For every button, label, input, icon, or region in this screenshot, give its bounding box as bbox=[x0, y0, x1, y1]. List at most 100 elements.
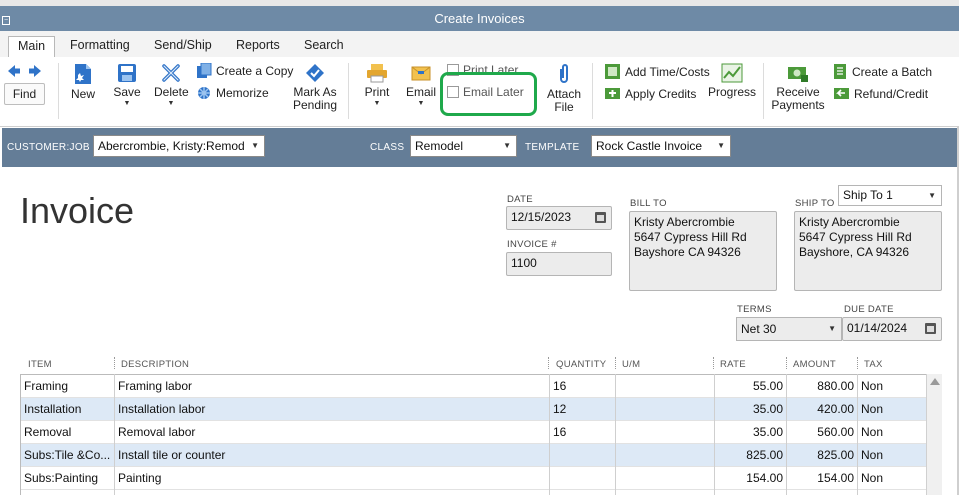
table-row[interactable]: Framing Framing labor 16 55.00 880.00 Non bbox=[21, 375, 927, 398]
column-header-item[interactable]: ITEM bbox=[28, 359, 52, 370]
template-select[interactable]: Rock Castle Invoice ▼ bbox=[591, 135, 731, 157]
divider bbox=[763, 63, 764, 119]
create-batch-button[interactable]: Create a Batch bbox=[833, 63, 932, 80]
class-select[interactable]: Remodel ▼ bbox=[410, 135, 517, 157]
column-header-quantity[interactable]: QUANTITY bbox=[556, 359, 606, 370]
cell-um[interactable] bbox=[619, 467, 713, 490]
cell-item[interactable]: Removal bbox=[24, 421, 114, 444]
print-button[interactable]: Print ▼ bbox=[360, 63, 394, 108]
new-button[interactable]: New bbox=[68, 63, 98, 101]
date-field[interactable]: 12/15/2023 bbox=[506, 206, 612, 230]
terms-select[interactable]: Net 30 ▼ bbox=[736, 317, 842, 341]
scroll-up-arrow-icon[interactable] bbox=[930, 378, 940, 385]
cell-rate[interactable]: 35.00 bbox=[718, 421, 783, 444]
email-button[interactable]: Email ▼ bbox=[404, 63, 438, 108]
cell-item[interactable]: Subs:Tile &Co... bbox=[24, 444, 114, 467]
cell-amount[interactable]: 420.00 bbox=[790, 398, 854, 421]
tab-main[interactable]: Main bbox=[8, 36, 56, 57]
cell-item[interactable]: Framing bbox=[24, 375, 114, 398]
line-items-table: Framing Framing labor 16 55.00 880.00 Non Inst… bbox=[20, 374, 927, 495]
due-date-field[interactable]: 01/14/2024 bbox=[842, 317, 942, 341]
ship-to-field[interactable]: Kristy Abercrombie 5647 Cypress Hill Rd … bbox=[794, 211, 942, 291]
cell-rate[interactable]: 55.00 bbox=[718, 375, 783, 398]
column-header-tax[interactable]: TAX bbox=[864, 359, 883, 370]
column-divider[interactable] bbox=[615, 357, 617, 369]
memorize-button[interactable]: Memorize bbox=[196, 85, 269, 101]
cell-tax[interactable]: Non bbox=[861, 444, 921, 467]
divider bbox=[348, 63, 349, 119]
cell-tax[interactable]: Non bbox=[861, 375, 921, 398]
add-time-costs-button[interactable]: Add Time/Costs bbox=[604, 63, 710, 80]
tab-send-ship[interactable]: Send/Ship bbox=[145, 36, 221, 57]
tab-formatting[interactable]: Formatting bbox=[61, 36, 139, 57]
cell-description[interactable]: Install tile or counter bbox=[118, 444, 548, 467]
mark-as-pending-button[interactable]: Mark As Pending bbox=[290, 63, 340, 112]
delete-button[interactable]: Delete ▼ bbox=[154, 63, 189, 108]
invoice-number-field[interactable]: 1100 bbox=[506, 252, 612, 276]
new-label: New bbox=[70, 87, 95, 101]
table-row[interactable]: Removal Removal labor 16 35.00 560.00 Non bbox=[21, 421, 927, 444]
create-batch-label: Create a Batch bbox=[852, 64, 933, 79]
cell-amount[interactable]: 880.00 bbox=[790, 375, 854, 398]
column-divider[interactable] bbox=[114, 357, 116, 369]
vertical-scrollbar[interactable] bbox=[926, 374, 942, 495]
cell-quantity[interactable]: 16 bbox=[553, 421, 615, 444]
cell-amount[interactable]: 825.00 bbox=[790, 444, 854, 467]
cell-description[interactable]: Installation labor bbox=[118, 398, 548, 421]
column-header-amount[interactable]: AMOUNT bbox=[793, 359, 836, 370]
cell-description[interactable]: Painting bbox=[118, 467, 548, 490]
cell-tax[interactable]: Non bbox=[861, 398, 921, 421]
find-button[interactable]: Find bbox=[4, 83, 45, 105]
progress-button[interactable]: Progress bbox=[708, 63, 756, 99]
bill-to-field[interactable]: Kristy Abercrombie 5647 Cypress Hill Rd … bbox=[629, 211, 777, 291]
customer-job-select[interactable]: Abercrombie, Kristy:Remod ▼ bbox=[93, 135, 265, 157]
save-button[interactable]: Save ▼ bbox=[112, 63, 142, 108]
column-header-description[interactable]: DESCRIPTION bbox=[121, 359, 189, 370]
cell-um[interactable] bbox=[619, 444, 713, 467]
table-row[interactable]: Subs:Tile &Co... Install tile or counter 8… bbox=[21, 444, 927, 467]
receive-payments-button[interactable]: Receive Payments bbox=[770, 63, 826, 112]
column-divider[interactable] bbox=[548, 357, 550, 369]
attach-file-button[interactable]: Attach File bbox=[546, 63, 582, 114]
cell-quantity[interactable]: 12 bbox=[553, 398, 615, 421]
cell-quantity[interactable] bbox=[553, 467, 615, 490]
cell-um[interactable] bbox=[619, 421, 713, 444]
ship-to-select[interactable]: Ship To 1 ▼ bbox=[838, 185, 942, 206]
mark-as-label: Mark As bbox=[293, 85, 337, 99]
cell-description[interactable]: Framing labor bbox=[118, 375, 548, 398]
progress-label: Progress bbox=[708, 85, 757, 99]
column-divider[interactable] bbox=[713, 357, 715, 369]
refund-credit-icon bbox=[834, 88, 849, 99]
cell-rate[interactable]: 154.00 bbox=[718, 467, 783, 490]
prev-arrow-icon[interactable] bbox=[8, 65, 20, 80]
refund-credit-button[interactable]: Refund/Credit bbox=[833, 85, 928, 102]
create-invoices-window: − Create Invoices Main Formatting Send/S… bbox=[0, 0, 959, 495]
cell-rate[interactable]: 35.00 bbox=[718, 398, 783, 421]
cell-tax[interactable]: Non bbox=[861, 467, 921, 490]
cell-item[interactable]: Installation bbox=[24, 398, 114, 421]
column-header-um[interactable]: U/M bbox=[622, 359, 640, 370]
cell-tax[interactable]: Non bbox=[861, 421, 921, 444]
table-row[interactable]: Subs:Painting Painting 154.00 154.00 Non bbox=[21, 467, 927, 490]
cell-quantity[interactable] bbox=[553, 444, 615, 467]
tab-reports[interactable]: Reports bbox=[227, 36, 289, 57]
calendar-icon[interactable] bbox=[595, 212, 606, 223]
cell-amount[interactable]: 154.00 bbox=[790, 467, 854, 490]
column-line bbox=[857, 374, 858, 495]
cell-rate[interactable]: 825.00 bbox=[718, 444, 783, 467]
cell-um[interactable] bbox=[619, 375, 713, 398]
cell-um[interactable] bbox=[619, 398, 713, 421]
table-row[interactable]: Installation Installation labor 12 35.00 420… bbox=[21, 398, 927, 421]
column-divider[interactable] bbox=[857, 357, 859, 369]
apply-credits-button[interactable]: Apply Credits bbox=[604, 85, 696, 102]
cell-item[interactable]: Subs:Painting bbox=[24, 467, 114, 490]
create-copy-button[interactable]: Create a Copy bbox=[196, 63, 293, 79]
next-arrow-icon[interactable] bbox=[29, 65, 41, 80]
tab-search[interactable]: Search bbox=[295, 36, 353, 57]
calendar-icon[interactable] bbox=[925, 323, 936, 334]
cell-amount[interactable]: 560.00 bbox=[790, 421, 854, 444]
cell-description[interactable]: Removal labor bbox=[118, 421, 548, 444]
column-divider[interactable] bbox=[786, 357, 788, 369]
column-header-rate[interactable]: RATE bbox=[720, 359, 746, 370]
cell-quantity[interactable]: 16 bbox=[553, 375, 615, 398]
